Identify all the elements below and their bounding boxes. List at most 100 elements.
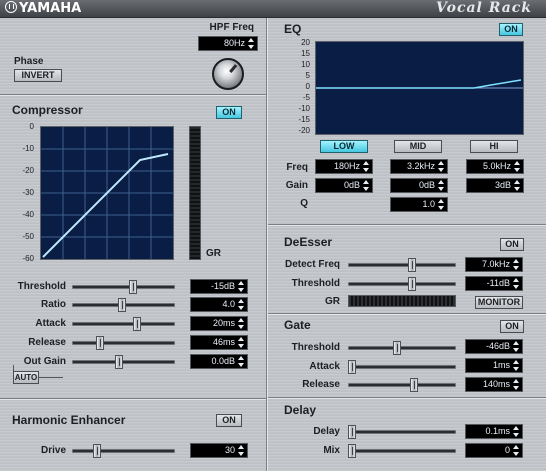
compressor-ratio-slider[interactable]	[72, 298, 175, 312]
deesser-threshold-label: Threshold	[291, 278, 340, 289]
eq-low-freq-field[interactable]: 180Hz	[315, 159, 373, 174]
eq-hi-gain-field[interactable]: 3dB	[466, 178, 524, 193]
spin-arrows-icon[interactable]	[513, 278, 520, 289]
spin-arrows-icon[interactable]	[238, 281, 245, 292]
spin-arrows-icon[interactable]	[438, 161, 445, 172]
slider-thumb[interactable]	[348, 425, 356, 439]
harmonic-enhancer-title: Harmonic Enhancer	[12, 413, 126, 427]
spin-arrows-icon[interactable]	[513, 259, 520, 270]
invert-button[interactable]: INVERT	[14, 69, 62, 82]
delay-title: Delay	[284, 403, 317, 417]
compressor-gr-label: GR	[206, 248, 221, 259]
section-divider	[268, 224, 546, 226]
compressor-release-slider[interactable]	[72, 336, 175, 350]
slider-thumb[interactable]	[115, 355, 123, 369]
gate-release-slider[interactable]	[348, 378, 456, 392]
deesser-on-button[interactable]: ON	[500, 238, 524, 251]
slider-thumb[interactable]	[96, 336, 104, 350]
slider-thumb[interactable]	[118, 298, 126, 312]
gate-attack-field[interactable]: 1ms	[465, 358, 523, 373]
eq-low-gain-field[interactable]: 0dB	[315, 178, 373, 193]
slider-thumb[interactable]	[129, 280, 137, 294]
spin-arrows-icon[interactable]	[513, 426, 520, 437]
slider-track	[348, 263, 456, 267]
deesser-threshold-slider[interactable]	[348, 277, 456, 291]
detect-freq-slider[interactable]	[348, 258, 456, 272]
spin-arrows-icon[interactable]	[238, 356, 245, 367]
delay-time-field[interactable]: 0.1ms	[465, 424, 523, 439]
compressor-release-field[interactable]: 46ms	[190, 335, 248, 350]
spin-arrows-icon[interactable]	[514, 161, 521, 172]
drive-field[interactable]: 30	[190, 443, 248, 458]
spin-arrows-icon[interactable]	[514, 180, 521, 191]
eq-mid-freq-field[interactable]: 3.2kHz	[390, 159, 448, 174]
spin-arrows-icon[interactable]	[363, 180, 370, 191]
eq-on-button[interactable]: ON	[499, 23, 523, 36]
compressor-threshold-field[interactable]: -15dB	[190, 279, 248, 294]
spin-arrows-icon[interactable]	[438, 180, 445, 191]
spin-arrows-icon[interactable]	[238, 445, 245, 456]
compressor-out-gain-slider[interactable]	[72, 355, 175, 369]
slider-track	[348, 282, 456, 286]
compressor-tick-label: -50	[22, 232, 34, 241]
compressor-attack-slider[interactable]	[72, 317, 175, 331]
spin-arrows-icon[interactable]	[438, 199, 445, 210]
detect-freq-label: Detect Freq	[284, 259, 340, 270]
compressor-ratio-field[interactable]: 4.0	[190, 297, 248, 312]
eq-mid-q-field[interactable]: 1.0	[390, 197, 448, 212]
eq-band-low-button[interactable]: LOW	[320, 140, 368, 153]
deesser-gr-label: GR	[325, 296, 340, 307]
slider-track	[348, 449, 456, 453]
gate-threshold-field[interactable]: -46dB	[465, 339, 523, 354]
column-divider	[266, 18, 268, 471]
title-bar: YAMAHA Vocal Rack	[0, 0, 546, 18]
drive-slider[interactable]	[72, 444, 175, 458]
slider-track	[348, 346, 456, 350]
auto-gain-button[interactable]: AUTO	[13, 371, 39, 384]
slider-track	[348, 430, 456, 434]
compressor-out-gain-field[interactable]: 0.0dB	[190, 354, 248, 369]
slider-thumb[interactable]	[408, 258, 416, 272]
slider-thumb[interactable]	[348, 360, 356, 374]
spin-arrows-icon[interactable]	[248, 38, 255, 49]
detect-freq-field[interactable]: 7.0kHz	[465, 257, 523, 272]
slider-thumb[interactable]	[348, 444, 356, 458]
section-divider	[268, 397, 546, 399]
delay-mix-field[interactable]: 0	[465, 443, 523, 458]
spin-arrows-icon[interactable]	[513, 445, 520, 456]
drive-label: Drive	[40, 445, 66, 456]
compressor-on-button[interactable]: ON	[216, 106, 242, 119]
delay-mix-slider[interactable]	[348, 444, 456, 458]
deesser-threshold-field[interactable]: -11dB	[465, 276, 523, 291]
hpf-freq-field[interactable]: 80Hz	[198, 36, 258, 51]
gate-attack-slider[interactable]	[348, 360, 456, 374]
section-divider	[0, 398, 266, 400]
compressor-threshold-slider[interactable]	[72, 280, 175, 294]
harmonic-on-button[interactable]: ON	[216, 414, 242, 427]
spin-arrows-icon[interactable]	[363, 161, 370, 172]
monitor-button[interactable]: MONITOR	[475, 296, 523, 309]
eq-band-hi-button[interactable]: HI	[470, 140, 518, 153]
spin-arrows-icon[interactable]	[238, 299, 245, 310]
eq-hi-freq-field[interactable]: 5.0kHz	[466, 159, 524, 174]
gate-on-button[interactable]: ON	[500, 320, 524, 333]
compressor-attack-field[interactable]: 20ms	[190, 316, 248, 331]
slider-thumb[interactable]	[133, 317, 141, 331]
spin-arrows-icon[interactable]	[513, 341, 520, 352]
eq-mid-gain-field[interactable]: 0dB	[390, 178, 448, 193]
gate-threshold-slider[interactable]	[348, 341, 456, 355]
spin-arrows-icon[interactable]	[513, 379, 520, 390]
slider-thumb[interactable]	[410, 378, 418, 392]
delay-time-label: Delay	[313, 426, 340, 437]
delay-time-slider[interactable]	[348, 425, 456, 439]
spin-arrows-icon[interactable]	[238, 318, 245, 329]
slider-thumb[interactable]	[93, 444, 101, 458]
hpf-freq-knob[interactable]	[212, 58, 244, 90]
slider-thumb[interactable]	[393, 341, 401, 355]
gate-release-field[interactable]: 140ms	[465, 377, 523, 392]
slider-thumb[interactable]	[408, 277, 416, 291]
eq-band-mid-button[interactable]: MID	[394, 140, 442, 153]
slider-track	[348, 383, 456, 387]
spin-arrows-icon[interactable]	[238, 337, 245, 348]
spin-arrows-icon[interactable]	[513, 360, 520, 371]
